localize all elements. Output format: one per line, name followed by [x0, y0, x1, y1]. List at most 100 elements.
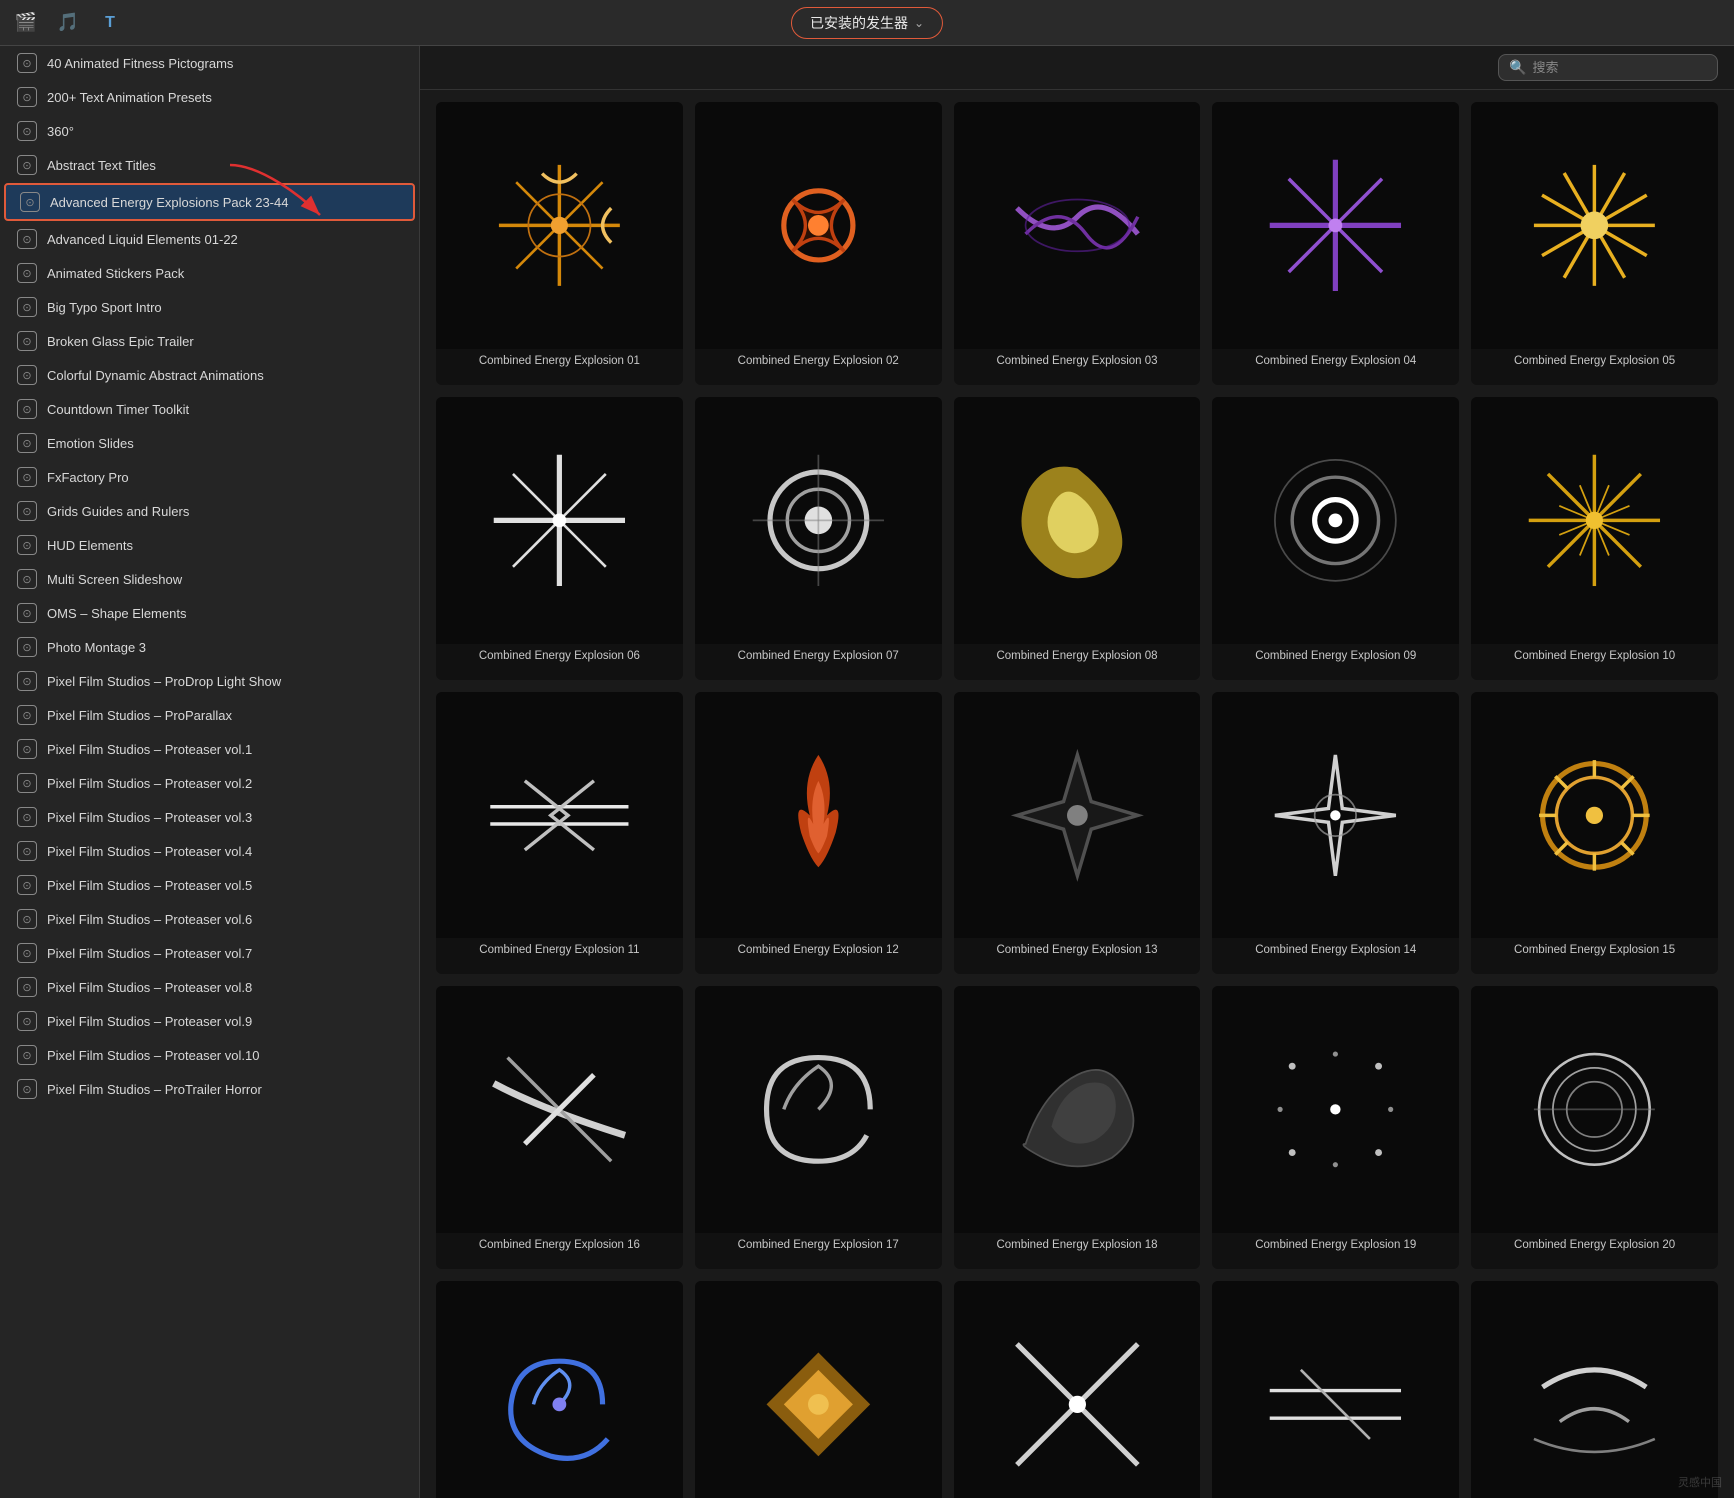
toolbar-icon-text[interactable]: T — [96, 9, 124, 37]
grid-item-7[interactable]: Combined Energy Explosion 08 — [954, 397, 1201, 680]
grid-item-16[interactable]: Combined Energy Explosion 17 — [695, 986, 942, 1269]
item-label-2: Combined Energy Explosion 03 — [992, 349, 1161, 385]
sidebar-item-23[interactable]: ⊙ Pixel Film Studios – Proteaser vol.4 — [0, 834, 419, 868]
search-input-wrap[interactable]: 🔍 — [1498, 54, 1718, 81]
grid-item-15[interactable]: Combined Energy Explosion 16 — [436, 986, 683, 1269]
sidebar-item-label-23: Pixel Film Studios – Proteaser vol.4 — [47, 844, 252, 859]
grid-item-20[interactable]: Combined Energy Explosion 21 — [436, 1281, 683, 1498]
grid-item-18[interactable]: Combined Energy Explosion 19 — [1212, 986, 1459, 1269]
sidebar-item-0[interactable]: ⊙ 40 Animated Fitness Pictograms — [0, 46, 419, 80]
grid-item-2[interactable]: Combined Energy Explosion 03 — [954, 102, 1201, 385]
sidebar-item-4[interactable]: ⊙ Advanced Energy Explosions Pack 23-44 — [4, 183, 415, 221]
grid-item-1[interactable]: Combined Energy Explosion 02 — [695, 102, 942, 385]
search-icon: 🔍 — [1509, 59, 1526, 76]
sidebar-item-22[interactable]: ⊙ Pixel Film Studios – Proteaser vol.3 — [0, 800, 419, 834]
grid-item-11[interactable]: Combined Energy Explosion 12 — [695, 692, 942, 975]
thumbnail-19 — [1471, 986, 1718, 1233]
sidebar-item-29[interactable]: ⊙ Pixel Film Studios – Proteaser vol.10 — [0, 1038, 419, 1072]
item-label-0: Combined Energy Explosion 01 — [475, 349, 644, 385]
sidebar-item-icon-17: ⊙ — [17, 637, 37, 657]
thumbnail-23 — [1212, 1281, 1459, 1498]
sidebar-item-24[interactable]: ⊙ Pixel Film Studios – Proteaser vol.5 — [0, 868, 419, 902]
sidebar-item-label-19: Pixel Film Studios – ProParallax — [47, 708, 232, 723]
grid-item-21[interactable]: Combined Energy Explosion 22 — [695, 1281, 942, 1498]
sidebar-item-7[interactable]: ⊙ Big Typo Sport Intro — [0, 290, 419, 324]
sidebar-item-26[interactable]: ⊙ Pixel Film Studios – Proteaser vol.7 — [0, 936, 419, 970]
item-label-7: Combined Energy Explosion 08 — [992, 644, 1161, 680]
sidebar-item-label-0: 40 Animated Fitness Pictograms — [47, 56, 233, 71]
sidebar-item-13[interactable]: ⊙ Grids Guides and Rulers — [0, 494, 419, 528]
installed-generators-button[interactable]: 已安装的发生器 ⌄ — [791, 7, 943, 39]
item-label-17: Combined Energy Explosion 18 — [992, 1233, 1161, 1269]
sidebar-item-icon-25: ⊙ — [17, 909, 37, 929]
grid-item-10[interactable]: Combined Energy Explosion 11 — [436, 692, 683, 975]
thumbnail-7 — [954, 397, 1201, 644]
grid-item-8[interactable]: Combined Energy Explosion 09 — [1212, 397, 1459, 680]
sidebar-item-icon-27: ⊙ — [17, 977, 37, 997]
sidebar-item-label-3: Abstract Text Titles — [47, 158, 156, 173]
sidebar-item-icon-29: ⊙ — [17, 1045, 37, 1065]
sidebar-item-18[interactable]: ⊙ Pixel Film Studios – ProDrop Light Sho… — [0, 664, 419, 698]
sidebar-item-8[interactable]: ⊙ Broken Glass Epic Trailer — [0, 324, 419, 358]
grid-item-13[interactable]: Combined Energy Explosion 14 — [1212, 692, 1459, 975]
sidebar-item-19[interactable]: ⊙ Pixel Film Studios – ProParallax — [0, 698, 419, 732]
sidebar-item-11[interactable]: ⊙ Emotion Slides — [0, 426, 419, 460]
sidebar-item-21[interactable]: ⊙ Pixel Film Studios – Proteaser vol.2 — [0, 766, 419, 800]
thumbnail-3 — [1212, 102, 1459, 349]
toolbar-icon-music[interactable]: 🎵 — [54, 9, 82, 37]
sidebar-item-25[interactable]: ⊙ Pixel Film Studios – Proteaser vol.6 — [0, 902, 419, 936]
grid-item-0[interactable]: Combined Energy Explosion 01 — [436, 102, 683, 385]
thumbnail-4 — [1471, 102, 1718, 349]
grid-item-14[interactable]: Combined Energy Explosion 15 — [1471, 692, 1718, 975]
grid-item-9[interactable]: Combined Energy Explosion 10 — [1471, 397, 1718, 680]
sidebar-item-27[interactable]: ⊙ Pixel Film Studios – Proteaser vol.8 — [0, 970, 419, 1004]
sidebar-item-icon-1: ⊙ — [17, 87, 37, 107]
sidebar-item-icon-12: ⊙ — [17, 467, 37, 487]
sidebar-item-28[interactable]: ⊙ Pixel Film Studios – Proteaser vol.9 — [0, 1004, 419, 1038]
sidebar-item-15[interactable]: ⊙ Multi Screen Slideshow — [0, 562, 419, 596]
sidebar-item-2[interactable]: ⊙ 360° — [0, 114, 419, 148]
sidebar-item-label-30: Pixel Film Studios – ProTrailer Horror — [47, 1082, 262, 1097]
item-label-8: Combined Energy Explosion 09 — [1251, 644, 1420, 680]
sidebar-item-30[interactable]: ⊙ Pixel Film Studios – ProTrailer Horror — [0, 1072, 419, 1106]
grid-item-19[interactable]: Combined Energy Explosion 20 — [1471, 986, 1718, 1269]
thumbnail-15 — [436, 986, 683, 1233]
sidebar-item-icon-21: ⊙ — [17, 773, 37, 793]
thumbnail-13 — [1212, 692, 1459, 939]
thumbnail-12 — [954, 692, 1201, 939]
sidebar-item-label-22: Pixel Film Studios – Proteaser vol.3 — [47, 810, 252, 825]
grid-item-17[interactable]: Combined Energy Explosion 18 — [954, 986, 1201, 1269]
thumbnail-14 — [1471, 692, 1718, 939]
thumbnail-24 — [1471, 1281, 1718, 1498]
sidebar-item-1[interactable]: ⊙ 200+ Text Animation Presets — [0, 80, 419, 114]
sidebar-item-icon-6: ⊙ — [17, 263, 37, 283]
search-input[interactable] — [1532, 60, 1707, 75]
sidebar-item-12[interactable]: ⊙ FxFactory Pro — [0, 460, 419, 494]
sidebar-item-20[interactable]: ⊙ Pixel Film Studios – Proteaser vol.1 — [0, 732, 419, 766]
sidebar-item-17[interactable]: ⊙ Photo Montage 3 — [0, 630, 419, 664]
sidebar-item-5[interactable]: ⊙ Advanced Liquid Elements 01-22 — [0, 222, 419, 256]
sidebar-item-14[interactable]: ⊙ HUD Elements — [0, 528, 419, 562]
item-label-19: Combined Energy Explosion 20 — [1510, 1233, 1679, 1269]
item-label-5: Combined Energy Explosion 06 — [475, 644, 644, 680]
sidebar-item-label-10: Countdown Timer Toolkit — [47, 402, 189, 417]
sidebar-item-3[interactable]: ⊙ Abstract Text Titles — [0, 148, 419, 182]
sidebar-item-label-7: Big Typo Sport Intro — [47, 300, 162, 315]
main-layout: ⊙ 40 Animated Fitness Pictograms ⊙ 200+ … — [0, 46, 1734, 1498]
sidebar-item-16[interactable]: ⊙ OMS – Shape Elements — [0, 596, 419, 630]
sidebar-item-label-17: Photo Montage 3 — [47, 640, 146, 655]
toolbar-icon-video[interactable]: 🎬 — [12, 9, 40, 37]
grid-item-4[interactable]: Combined Energy Explosion 05 — [1471, 102, 1718, 385]
sidebar-item-10[interactable]: ⊙ Countdown Timer Toolkit — [0, 392, 419, 426]
grid-item-23[interactable]: Simple Energy Explosion 02 — [1212, 1281, 1459, 1498]
grid-item-6[interactable]: Combined Energy Explosion 07 — [695, 397, 942, 680]
sidebar-item-6[interactable]: ⊙ Animated Stickers Pack — [0, 256, 419, 290]
grid-item-5[interactable]: Combined Energy Explosion 06 — [436, 397, 683, 680]
grid-item-12[interactable]: Combined Energy Explosion 13 — [954, 692, 1201, 975]
grid-item-22[interactable]: Simple Energy Explosion 01 — [954, 1281, 1201, 1498]
sidebar-item-icon-20: ⊙ — [17, 739, 37, 759]
grid-item-3[interactable]: Combined Energy Explosion 04 — [1212, 102, 1459, 385]
sidebar-item-9[interactable]: ⊙ Colorful Dynamic Abstract Animations — [0, 358, 419, 392]
grid-item-24[interactable]: Simple Energy Explosion 03 — [1471, 1281, 1718, 1498]
sidebar-item-icon-2: ⊙ — [17, 121, 37, 141]
